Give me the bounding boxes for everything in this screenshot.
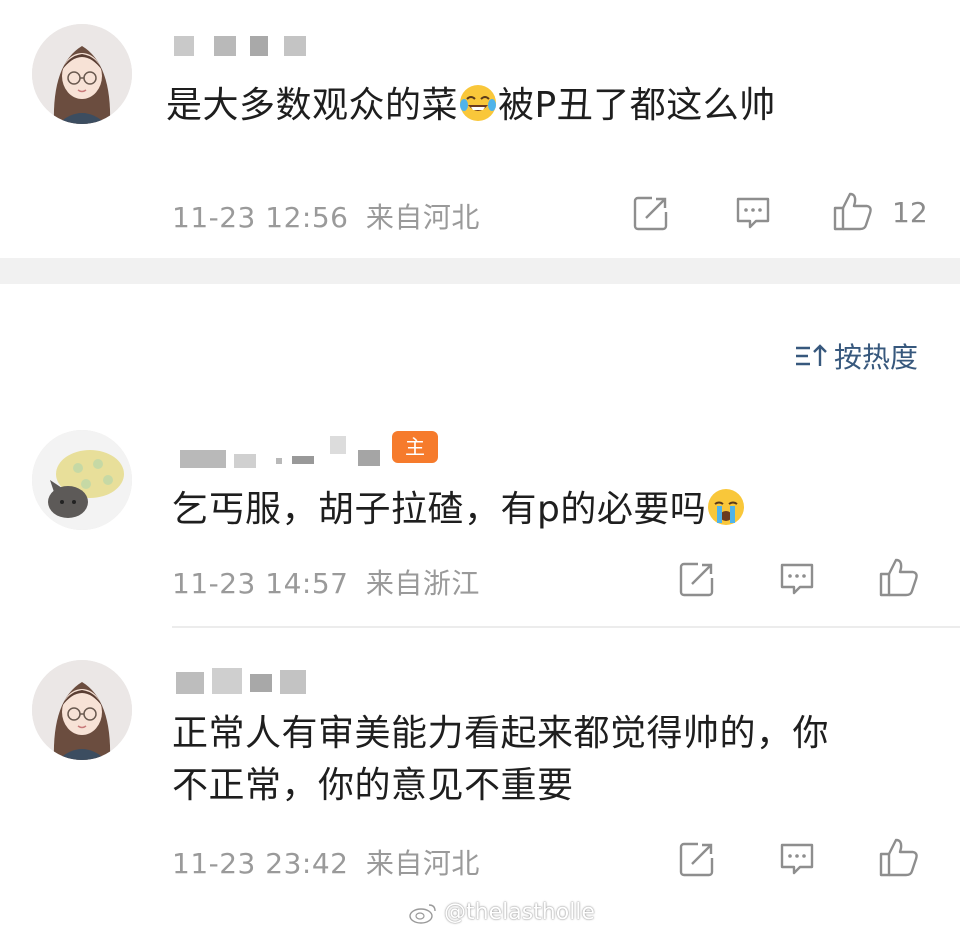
thumbs-up-icon — [833, 192, 872, 231]
share-icon — [679, 842, 714, 877]
weibo-logo-icon — [409, 903, 436, 924]
location: 来自浙江 — [365, 567, 480, 600]
location: 来自河北 — [365, 847, 480, 880]
share-button[interactable] — [678, 560, 716, 598]
girl-with-glasses-avatar-icon — [32, 660, 132, 760]
timestamp: 11-23 23:42 — [172, 847, 349, 880]
comment-text: 是大多数观众的菜 被P丑了都这么帅 — [166, 80, 776, 132]
comment-icon — [780, 843, 814, 875]
comment-icon — [736, 197, 770, 229]
watermark: @thelastholle — [408, 900, 595, 925]
comment-text: 乞丐服，胡子拉碴，有p的必要吗 — [172, 484, 746, 536]
laughing-tears-emoji-icon — [460, 85, 497, 121]
comment-text-line: 正常人有审美能力看起来都觉得帅的，你 — [172, 713, 830, 754]
share-button[interactable] — [678, 840, 716, 878]
comment-text-line: 不正常，你的意见不重要 — [172, 765, 574, 806]
comment-text-part: 是大多数观众的菜 — [166, 85, 459, 126]
watermark-text: @thelastholle — [444, 900, 595, 925]
badge-label: 主 — [405, 435, 425, 459]
comment-meta: 11-23 12:56 来自河北 — [172, 196, 480, 236]
section-separator — [0, 258, 960, 284]
comment-meta: 11-23 14:57 来自浙江 — [172, 562, 480, 602]
cat-in-sweater-avatar-icon — [32, 430, 132, 530]
comment-meta: 11-23 23:42 来自河北 — [172, 842, 480, 882]
comment-icon — [780, 563, 814, 595]
crying-emoji-icon — [708, 489, 745, 525]
girl-with-glasses-avatar-icon — [32, 24, 132, 124]
comment-divider — [172, 626, 960, 628]
reply-button[interactable] — [778, 560, 816, 598]
avatar[interactable] — [32, 660, 132, 760]
like-button[interactable] — [878, 556, 920, 598]
reply-button[interactable] — [734, 194, 772, 232]
timestamp: 11-23 14:57 — [172, 567, 349, 600]
like-button[interactable] — [878, 836, 920, 878]
comment-text-part: 乞丐服，胡子拉碴，有p的必要吗 — [172, 489, 707, 530]
avatar[interactable] — [32, 24, 132, 124]
username-redacted[interactable] — [174, 36, 306, 56]
avatar[interactable] — [32, 430, 132, 530]
sort-by-hot-button[interactable]: 按热度 — [794, 336, 918, 376]
thumbs-up-icon — [879, 558, 918, 597]
comment-text-part: 被P丑了都这么帅 — [498, 85, 776, 126]
location: 来自河北 — [365, 201, 480, 234]
thumbs-up-icon — [879, 838, 918, 877]
username-redacted[interactable] — [176, 668, 306, 696]
share-button[interactable] — [632, 194, 670, 232]
reply-button[interactable] — [778, 840, 816, 878]
username-redacted[interactable] — [180, 436, 380, 468]
like-count: 12 — [892, 196, 928, 229]
timestamp: 11-23 12:56 — [172, 201, 349, 234]
like-button[interactable] — [832, 190, 874, 232]
share-icon — [679, 562, 714, 597]
author-badge: 主 — [392, 431, 438, 463]
share-icon — [633, 196, 668, 231]
sort-label: 按热度 — [833, 341, 918, 374]
comment-text: 正常人有审美能力看起来都觉得帅的，你 不正常，你的意见不重要 — [172, 708, 932, 812]
sort-icon — [795, 344, 827, 366]
